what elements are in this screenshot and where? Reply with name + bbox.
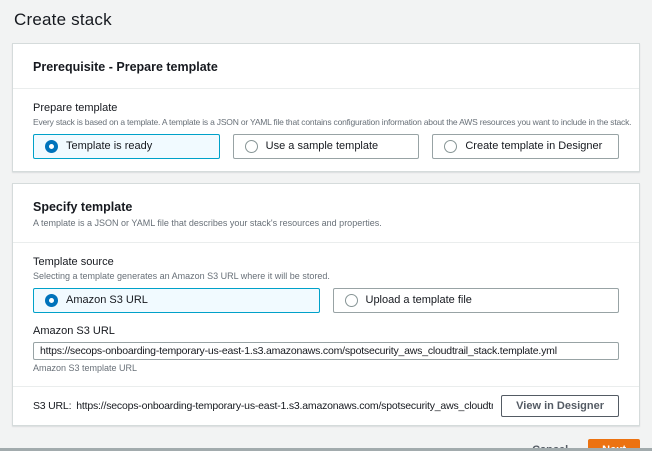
radio-tile-label: Amazon S3 URL	[66, 294, 148, 307]
radio-tile-template-is-ready[interactable]: Template is ready	[33, 134, 220, 159]
radio-tile-label: Create template in Designer	[465, 140, 602, 153]
amazon-s3-url-input[interactable]	[33, 342, 619, 360]
radio-tile-label: Upload a template file	[366, 294, 472, 307]
prerequisite-card-header: Prerequisite - Prepare template	[13, 44, 639, 89]
amazon-s3-url-field: Amazon S3 URL Amazon S3 template URL	[33, 325, 619, 374]
radio-unselected-icon	[345, 294, 358, 307]
radio-unselected-icon	[444, 140, 457, 153]
prepare-template-label: Prepare template	[33, 102, 619, 115]
page-title: Create stack	[14, 10, 640, 30]
template-source-label: Template source	[33, 256, 619, 269]
radio-selected-icon	[45, 140, 58, 153]
s3-url-prefix: S3 URL:	[33, 400, 71, 412]
prerequisite-card: Prerequisite - Prepare template Prepare …	[12, 43, 640, 172]
specify-template-title: Specify template	[33, 199, 619, 215]
s3-url-value: https://secops-onboarding-temporary-us-e…	[76, 400, 493, 412]
radio-tile-upload-template-file[interactable]: Upload a template file	[333, 288, 620, 313]
amazon-s3-url-label: Amazon S3 URL	[33, 325, 619, 338]
prepare-template-description: Every stack is based on a template. A te…	[33, 117, 619, 128]
prerequisite-card-title: Prerequisite - Prepare template	[33, 59, 619, 75]
template-source-options: Amazon S3 URL Upload a template file	[33, 288, 619, 313]
radio-selected-icon	[45, 294, 58, 307]
specify-template-description: A template is a JSON or YAML file that d…	[33, 218, 619, 229]
radio-tile-label: Use a sample template	[266, 140, 379, 153]
radio-tile-amazon-s3-url[interactable]: Amazon S3 URL	[33, 288, 320, 313]
radio-unselected-icon	[245, 140, 258, 153]
specify-template-card-body: Template source Selecting a template gen…	[13, 243, 639, 386]
prepare-template-options: Template is ready Use a sample template …	[33, 134, 619, 159]
radio-tile-create-template-in-designer[interactable]: Create template in Designer	[432, 134, 619, 159]
amazon-s3-url-hint: Amazon S3 template URL	[33, 363, 619, 374]
specify-template-card: Specify template A template is a JSON or…	[12, 183, 640, 426]
specify-template-card-footer: S3 URL: https://secops-onboarding-tempora…	[13, 386, 639, 425]
specify-template-card-header: Specify template A template is a JSON or…	[13, 184, 639, 243]
view-in-designer-button[interactable]: View in Designer	[501, 395, 619, 417]
template-source-description: Selecting a template generates an Amazon…	[33, 271, 619, 282]
radio-tile-use-sample-template[interactable]: Use a sample template	[233, 134, 420, 159]
prerequisite-card-body: Prepare template Every stack is based on…	[13, 89, 639, 171]
s3-url-readout: S3 URL: https://secops-onboarding-tempora…	[33, 400, 493, 412]
radio-tile-label: Template is ready	[66, 140, 152, 153]
